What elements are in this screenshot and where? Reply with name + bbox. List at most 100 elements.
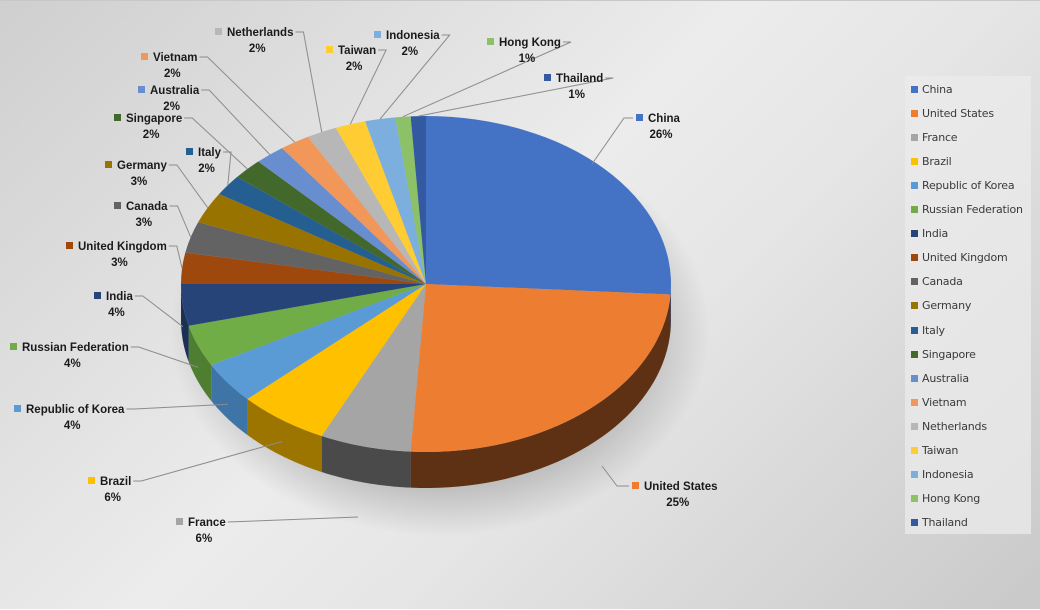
- pie-slices: [181, 116, 671, 452]
- label-swatch-brazil: [88, 477, 95, 484]
- label-percent: 25%: [666, 497, 689, 509]
- legend-label: Netherlands: [922, 420, 987, 433]
- legend-label: India: [922, 227, 948, 240]
- slice-china[interactable]: [426, 116, 671, 295]
- legend-item-italy[interactable]: Italy: [911, 322, 945, 338]
- label-name: Brazil: [100, 476, 131, 488]
- label-name: France: [188, 517, 226, 529]
- label-percent: 3%: [135, 217, 152, 229]
- legend-label: Thailand: [922, 516, 968, 529]
- label-name: India: [106, 291, 133, 303]
- leader-line-australia: [201, 90, 270, 155]
- leader-line-united-kingdom: [169, 246, 182, 268]
- data-label-india: India 4%: [94, 291, 133, 319]
- legend-item-taiwan[interactable]: Taiwan: [911, 443, 958, 459]
- legend-item-france[interactable]: France: [911, 129, 957, 145]
- legend-item-hong-kong[interactable]: Hong Kong: [911, 491, 980, 507]
- legend-swatch: [911, 351, 918, 358]
- leader-line-singapore: [184, 118, 247, 169]
- legend-swatch: [911, 471, 918, 478]
- legend: China United States France Brazil Republic o…: [905, 76, 1031, 534]
- legend-label: United Kingdom: [922, 251, 1008, 264]
- leader-line-canada: [170, 206, 191, 237]
- legend-swatch: [911, 158, 918, 165]
- legend-item-united-kingdom[interactable]: United Kingdom: [911, 250, 1008, 266]
- label-swatch-indonesia: [374, 31, 381, 38]
- data-label-china: China26%: [636, 113, 681, 141]
- legend-label: France: [922, 131, 957, 144]
- label-swatch-china: [636, 114, 643, 121]
- label-name: Vietnam: [153, 52, 198, 64]
- label-percent: 4%: [64, 358, 81, 370]
- data-label-russian-federation: Russian Federation4%: [10, 342, 129, 370]
- label-name: Netherlands: [227, 27, 293, 39]
- label-percent: 2%: [164, 68, 181, 80]
- label-name: Germany: [117, 160, 167, 172]
- legend-item-vietnam[interactable]: Vietnam: [911, 394, 966, 410]
- legend-item-australia[interactable]: Australia: [911, 370, 969, 386]
- data-label-thailand: Thailand1%: [544, 73, 603, 101]
- data-label-singapore: Singapore2%: [114, 113, 182, 141]
- label-swatch-italy: [186, 148, 193, 155]
- legend-swatch: [911, 423, 918, 430]
- leader-line-italy: [223, 152, 231, 185]
- label-name: Australia: [150, 85, 200, 97]
- legend-swatch: [911, 110, 918, 117]
- legend-item-indonesia[interactable]: Indonesia: [911, 467, 973, 483]
- legend-item-russian-federation[interactable]: Russian Federation: [911, 202, 1023, 218]
- label-name: Republic of Korea: [26, 404, 125, 416]
- legend-item-germany[interactable]: Germany: [911, 298, 971, 314]
- legend-swatch: [911, 254, 918, 261]
- legend-swatch: [911, 278, 918, 285]
- label-swatch-thailand: [544, 74, 551, 81]
- legend-item-united-states[interactable]: United States: [911, 105, 994, 121]
- legend-label: Republic of Korea: [922, 179, 1014, 192]
- legend-item-china[interactable]: China: [911, 81, 952, 97]
- label-swatch-germany: [105, 161, 112, 168]
- label-percent: 6%: [104, 492, 121, 504]
- legend-item-singapore[interactable]: Singapore: [911, 346, 976, 362]
- leader-line-vietnam: [200, 57, 295, 142]
- legend-swatch: [911, 134, 918, 141]
- label-percent: 6%: [196, 533, 213, 545]
- label-percent: 4%: [108, 307, 125, 319]
- legend-label: Italy: [922, 324, 945, 337]
- data-label-canada: Canada 3%: [114, 201, 168, 229]
- label-name: Hong Kong: [499, 37, 561, 49]
- legend-label: Singapore: [922, 348, 976, 361]
- legend-label: Vietnam: [922, 396, 966, 409]
- legend-swatch: [911, 206, 918, 213]
- legend-item-republic-of-korea[interactable]: Republic of Korea: [911, 177, 1014, 193]
- legend-item-netherlands[interactable]: Netherlands: [911, 418, 987, 434]
- legend-label: Canada: [922, 275, 963, 288]
- label-name: United Kingdom: [78, 241, 167, 253]
- legend-swatch: [911, 302, 918, 309]
- pie-chart: China26%United States25%France6%Brazil6%…: [0, 1, 1040, 610]
- legend-swatch: [911, 86, 918, 93]
- legend-swatch: [911, 519, 918, 526]
- legend-label: Indonesia: [922, 468, 973, 481]
- label-percent: 26%: [649, 129, 672, 141]
- legend-item-india[interactable]: India: [911, 226, 948, 242]
- label-swatch-republic-of-korea: [14, 405, 21, 412]
- label-name: Thailand: [556, 73, 603, 85]
- legend-item-canada[interactable]: Canada: [911, 274, 963, 290]
- legend-label: Germany: [922, 299, 971, 312]
- label-name: United States: [644, 481, 718, 493]
- label-swatch-united-states: [632, 482, 639, 489]
- data-label-italy: Italy2%: [186, 147, 222, 175]
- label-name: Taiwan: [338, 45, 376, 57]
- legend-item-thailand[interactable]: Thailand: [911, 515, 968, 531]
- legend-item-brazil[interactable]: Brazil: [911, 153, 952, 169]
- legend-swatch: [911, 399, 918, 406]
- label-percent: 2%: [143, 129, 160, 141]
- legend-label: United States: [922, 107, 994, 120]
- label-name: Canada: [126, 201, 168, 213]
- label-name: Italy: [198, 147, 222, 159]
- label-swatch-hong-kong: [487, 38, 494, 45]
- label-percent: 3%: [111, 257, 128, 269]
- label-swatch-taiwan: [326, 46, 333, 53]
- legend-swatch: [911, 327, 918, 334]
- legend-swatch: [911, 182, 918, 189]
- label-percent: 2%: [402, 46, 419, 58]
